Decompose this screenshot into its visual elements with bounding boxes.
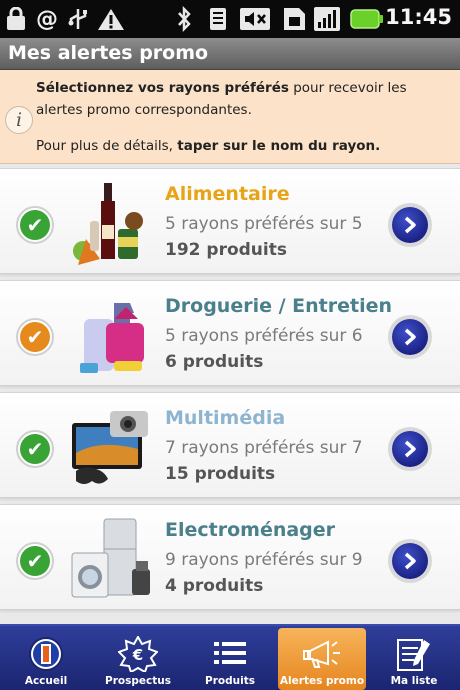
details-button[interactable] — [388, 427, 432, 471]
chevron-right-icon — [392, 207, 428, 243]
category-toggle[interactable]: ✔ — [16, 318, 54, 356]
category-count: 192 produits — [165, 240, 287, 260]
home-logo-icon — [26, 636, 66, 672]
category-count: 15 produits — [165, 464, 276, 484]
battery-icon — [350, 6, 384, 32]
check-icon: ✔ — [20, 546, 50, 576]
bluetooth-icon — [172, 6, 196, 32]
tab-produits[interactable]: Produits — [186, 628, 274, 690]
category-toggle[interactable]: ✔ — [16, 430, 54, 468]
info-icon: i — [5, 106, 33, 134]
category-name[interactable]: Alimentaire — [165, 183, 290, 205]
mute-icon — [238, 6, 272, 32]
details-button[interactable] — [388, 315, 432, 359]
category-row-alimentaire[interactable]: ✔ Alimentaire 5 rayons préférés sur 5 19… — [0, 168, 460, 274]
euro-badge-icon: € — [117, 634, 159, 674]
usb-icon — [64, 6, 92, 32]
signal-icon — [312, 6, 342, 32]
tab-label: Produits — [205, 675, 255, 687]
title-bar: Mes alertes promo — [0, 38, 460, 70]
tab-ma-liste[interactable]: Ma liste — [370, 628, 458, 690]
info-line-3-prefix: Pour plus de détails, — [36, 138, 178, 154]
category-subtitle: 5 rayons préférés sur 5 — [165, 214, 363, 234]
category-row-multimedia[interactable]: ✔ Multimédia 7 rayons préférés sur 7 15 … — [0, 392, 460, 498]
category-toggle[interactable]: ✔ — [16, 542, 54, 580]
category-subtitle: 9 rayons préférés sur 9 — [165, 550, 363, 570]
category-subtitle: 5 rayons préférés sur 6 — [165, 326, 363, 346]
category-toggle[interactable]: ✔ — [16, 206, 54, 244]
chevron-right-icon — [392, 431, 428, 467]
groceries-icon — [70, 181, 154, 265]
cleaning-products-icon — [70, 293, 154, 377]
info-line-1-bold: Sélectionnez vos rayons préférés — [36, 80, 289, 96]
tab-label: Alertes promo — [279, 675, 365, 687]
info-line-1: Sélectionnez vos rayons préférés pour re… — [36, 80, 407, 96]
wifi-icon — [206, 6, 230, 32]
status-bar: @ 11:45 — [0, 0, 460, 38]
check-icon: ✔ — [20, 434, 50, 464]
sim-icon — [280, 6, 308, 32]
list-icon — [210, 636, 250, 672]
tab-label: Accueil — [24, 675, 68, 687]
category-row-droguerie[interactable]: ✔ Droguerie / Entretien 5 rayons préféré… — [0, 280, 460, 386]
appliances-icon — [70, 517, 154, 601]
details-button[interactable] — [388, 539, 432, 583]
svg-text:€: € — [132, 646, 143, 664]
info-line-3-bold: taper sur le nom du rayon. — [177, 138, 381, 154]
tab-label: Ma liste — [390, 675, 438, 687]
bottom-nav: Accueil € Prospectus Produits Alertes pr… — [0, 624, 460, 690]
tab-prospectus[interactable]: € Prospectus — [94, 628, 182, 690]
info-line-2: alertes promo correspondantes. — [36, 102, 252, 118]
lock-icon — [4, 6, 28, 32]
category-subtitle: 7 rayons préférés sur 7 — [165, 438, 363, 458]
warning-icon — [96, 6, 126, 32]
megaphone-icon — [302, 636, 342, 672]
info-box: i Sélectionnez vos rayons préférés pour … — [0, 70, 460, 164]
at-icon: @ — [36, 6, 58, 32]
chevron-right-icon — [392, 543, 428, 579]
notepad-icon — [394, 636, 434, 672]
category-count: 4 produits — [165, 576, 264, 596]
info-line-3: Pour plus de détails, taper sur le nom d… — [36, 138, 380, 154]
tab-accueil[interactable]: Accueil — [2, 628, 90, 690]
check-icon: ✔ — [20, 322, 50, 352]
category-count: 6 produits — [165, 352, 264, 372]
page-title: Mes alertes promo — [8, 42, 209, 64]
tab-alertes-promo[interactable]: Alertes promo — [278, 628, 366, 690]
details-button[interactable] — [388, 203, 432, 247]
category-name[interactable]: Electroménager — [165, 519, 335, 541]
check-icon: ✔ — [20, 210, 50, 240]
chevron-right-icon — [392, 319, 428, 355]
tab-label: Prospectus — [105, 675, 171, 687]
info-line-1-rest: pour recevoir les — [288, 80, 407, 96]
category-name[interactable]: Multimédia — [165, 407, 285, 429]
category-row-electromenager[interactable]: ✔ Electroménager 9 rayons préférés sur 9… — [0, 504, 460, 610]
category-name[interactable]: Droguerie / Entretien — [165, 295, 392, 317]
clock-time: 11:45 — [385, 5, 452, 29]
multimedia-icon — [70, 405, 154, 489]
